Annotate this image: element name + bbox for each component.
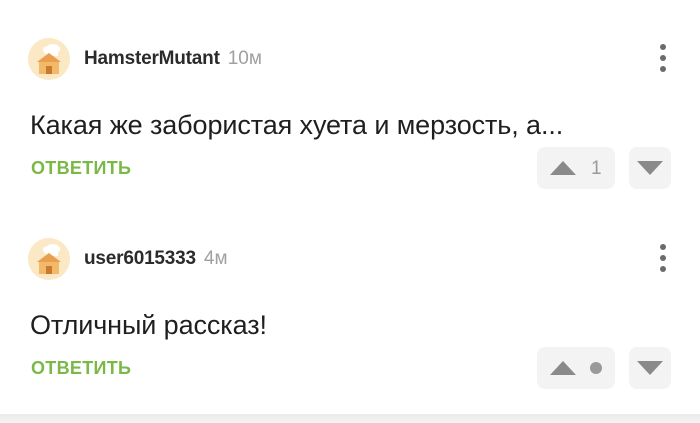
- upvote-button[interactable]: [537, 347, 615, 389]
- comment-text: Какая же забористая хуета и мерзость, а.…: [30, 110, 564, 140]
- downvote-button[interactable]: [629, 147, 671, 189]
- reply-button[interactable]: ОТВЕТИТЬ: [31, 358, 131, 379]
- arrow-up-icon: [550, 361, 576, 375]
- upvote-button[interactable]: 1: [537, 147, 615, 189]
- comments-feed: HamsterMutant 10м Какая же забористая ху…: [0, 0, 700, 423]
- chef-house-avatar-icon: [28, 38, 70, 80]
- avatar[interactable]: [28, 238, 70, 280]
- chef-house-avatar-icon: [28, 238, 70, 280]
- comment-time: 4м: [203, 248, 228, 269]
- comment-header: HamsterMutant 10м: [28, 38, 262, 80]
- divider: [0, 414, 700, 423]
- comment-text: Отличный рассказ!: [30, 310, 267, 340]
- arrow-up-icon: [550, 161, 576, 175]
- more-options-icon[interactable]: [658, 244, 668, 272]
- comment-time: 10м: [227, 48, 262, 69]
- downvote-button[interactable]: [629, 347, 671, 389]
- arrow-down-icon: [637, 361, 663, 375]
- comment-header: user6015333 4м: [28, 238, 228, 280]
- username[interactable]: user6015333: [84, 248, 196, 270]
- rating-hidden-dot-icon: [590, 362, 602, 374]
- reply-button[interactable]: ОТВЕТИТЬ: [31, 158, 131, 179]
- username[interactable]: HamsterMutant: [84, 48, 220, 70]
- rating-count: 1: [591, 158, 602, 179]
- arrow-down-icon: [637, 161, 663, 175]
- more-options-icon[interactable]: [658, 44, 668, 72]
- avatar[interactable]: [28, 38, 70, 80]
